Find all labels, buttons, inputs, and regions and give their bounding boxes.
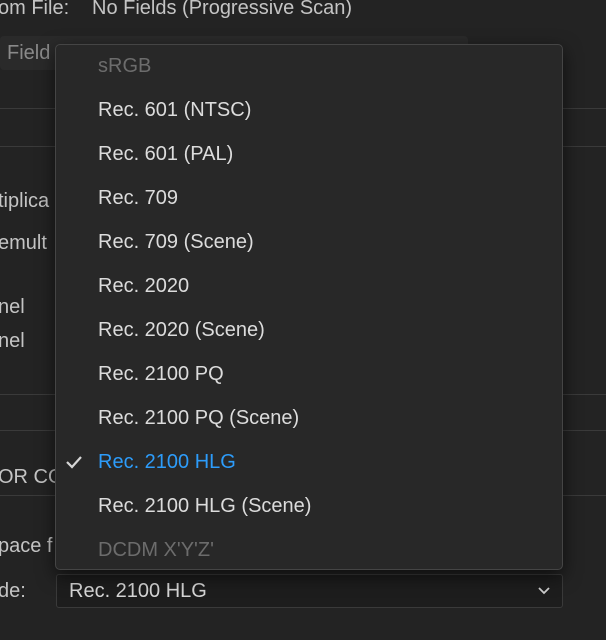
menu-item[interactable]: Rec. 2020 (Scene) [56,309,562,353]
menu-item[interactable]: Rec. 2100 PQ (Scene) [56,397,562,441]
menu-item[interactable]: Rec. 2100 PQ [56,353,562,397]
menu-item-label: Rec. 601 (NTSC) [98,99,252,121]
chevron-down-icon [538,587,550,595]
color-space-menu: sRGB Rec. 601 (NTSC) Rec. 601 (PAL) Rec.… [55,44,563,570]
field-label: Field [7,42,51,64]
menu-item-label: sRGB [98,55,152,77]
checkmark-icon [66,456,82,469]
menu-item-label: Rec. 709 [98,187,179,209]
menu-item: sRGB [56,45,562,89]
override-label: de: [0,580,26,602]
menu-item[interactable]: Rec. 709 [56,177,562,221]
channel-label: nel [0,330,25,352]
multiplicand-label: tiplica [0,190,50,212]
menu-item[interactable]: Rec. 601 (PAL) [56,133,562,177]
menu-item-label: DCDM X'Y'Z' [98,539,214,561]
menu-item-label: Rec. 2100 HLG [98,451,236,473]
select-value: Rec. 2100 HLG [69,580,207,602]
menu-item-label: Rec. 2020 (Scene) [98,319,265,341]
menu-item[interactable]: Rec. 709 (Scene) [56,221,562,265]
channel-label: nel [0,296,25,318]
menu-item[interactable]: Rec. 2020 [56,265,562,309]
menu-item[interactable]: Rec. 601 (NTSC) [56,89,562,133]
menu-item[interactable]: Rec. 2100 HLG (Scene) [56,485,562,529]
from-file-value: No Fields (Progressive Scan) [92,0,353,19]
premultiplied-label: emult [0,232,47,254]
menu-item: DCDM X'Y'Z' [56,529,562,573]
menu-item-label: Rec. 709 (Scene) [98,231,254,253]
from-file-label: om File: [0,0,70,19]
menu-item-label: Rec. 2020 [98,275,190,297]
color-space-label: pace f [0,535,53,557]
menu-item-label: Rec. 2100 PQ [98,363,224,385]
menu-item[interactable]: Rec. 2100 HLG [56,441,562,485]
menu-item-label: Rec. 2100 PQ (Scene) [98,407,300,429]
color-space-select[interactable]: Rec. 2100 HLG [56,574,563,608]
menu-item-label: Rec. 601 (PAL) [98,143,234,165]
menu-item-label: Rec. 2100 HLG (Scene) [98,495,312,517]
